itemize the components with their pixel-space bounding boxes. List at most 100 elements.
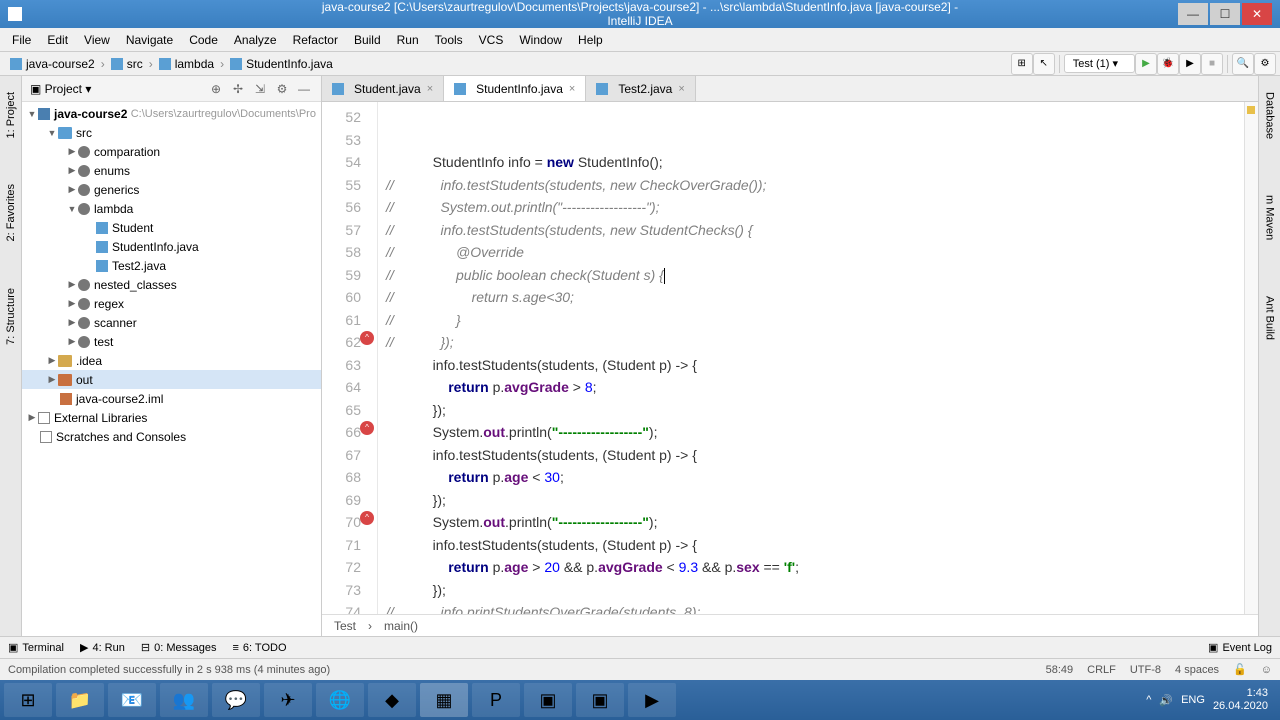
nav-package[interactable]: lambda (153, 55, 220, 73)
gutter-hint-icon[interactable]: ^ (360, 511, 374, 525)
menu-file[interactable]: File (4, 31, 39, 49)
tab-test2[interactable]: Test2.java× (586, 76, 695, 101)
tree-pkg[interactable]: ▶comparation (22, 142, 321, 161)
file-encoding[interactable]: UTF-8 (1130, 664, 1161, 676)
messages-tab[interactable]: ⊟ 0: Messages (141, 641, 217, 654)
menu-build[interactable]: Build (346, 31, 389, 49)
settings-button[interactable]: ⚙ (1254, 53, 1276, 75)
terminal-tab[interactable]: ▣ Terminal (8, 641, 64, 654)
tree-file[interactable]: Test2.java (22, 256, 321, 275)
project-tool-tab[interactable]: 1: Project (3, 84, 19, 146)
tray-chevron-icon[interactable]: ^ (1146, 694, 1151, 706)
run-configuration[interactable]: Test (1) ▾ (1064, 54, 1135, 73)
menu-window[interactable]: Window (511, 31, 570, 49)
code-area[interactable]: 5253545556575859606162636465666768697071… (322, 102, 1258, 614)
volume-icon[interactable]: 🔊 (1159, 694, 1173, 707)
pin-button[interactable]: ⊞ (1011, 53, 1033, 75)
menu-analyze[interactable]: Analyze (226, 31, 285, 49)
project-dropdown[interactable]: ▣ Project ▾ (30, 82, 91, 96)
error-stripe[interactable] (1244, 102, 1258, 614)
tree-pkg[interactable]: ▶regex (22, 294, 321, 313)
structure-tool-tab[interactable]: 7: Structure (3, 280, 19, 353)
indent-setting[interactable]: 4 spaces (1175, 664, 1219, 676)
tree-scratches[interactable]: Scratches and Consoles (22, 427, 321, 446)
tree-pkg[interactable]: ▶nested_classes (22, 275, 321, 294)
tree-pkg-lambda[interactable]: ▼lambda (22, 199, 321, 218)
tree-file[interactable]: StudentInfo.java (22, 237, 321, 256)
system-tray[interactable]: ^ 🔊 ENG 1:43 26.04.2020 (1146, 687, 1276, 713)
telegram-icon[interactable]: ✈ (264, 683, 312, 717)
close-button[interactable]: ✕ (1242, 3, 1272, 25)
back-button[interactable]: ↖ (1033, 53, 1055, 75)
clock[interactable]: 1:43 26.04.2020 (1213, 687, 1268, 713)
tree-file[interactable]: Student (22, 218, 321, 237)
menu-refactor[interactable]: Refactor (285, 31, 346, 49)
tab-studentinfo[interactable]: StudentInfo.java× (444, 76, 586, 101)
close-icon[interactable]: × (678, 83, 684, 95)
explorer-icon[interactable]: 📁 (56, 683, 104, 717)
stop-button[interactable]: ■ (1201, 53, 1223, 75)
menu-view[interactable]: View (76, 31, 118, 49)
ant-tool-tab[interactable]: Ant Build (1262, 288, 1278, 348)
menu-navigate[interactable]: Navigate (118, 31, 181, 49)
inspection-icon[interactable]: ☺ (1261, 664, 1272, 676)
gutter-hint-icon[interactable]: ^ (360, 421, 374, 435)
readonly-icon[interactable]: 🔓 (1233, 663, 1247, 676)
hide-icon[interactable]: — (295, 80, 313, 98)
teams-icon[interactable]: 👥 (160, 683, 208, 717)
maximize-button[interactable]: ☐ (1210, 3, 1240, 25)
database-tool-tab[interactable]: Database (1262, 84, 1278, 147)
powerpoint-icon[interactable]: P (472, 683, 520, 717)
tab-student[interactable]: Student.java× (322, 76, 444, 101)
close-icon[interactable]: × (569, 83, 575, 95)
tree-idea[interactable]: ▶.idea (22, 351, 321, 370)
eventlog-tab[interactable]: ▣ Event Log (1208, 641, 1272, 654)
maven-tool-tab[interactable]: m Maven (1262, 187, 1278, 248)
menu-tools[interactable]: Tools (427, 31, 471, 49)
run-button[interactable]: ▶ (1135, 53, 1157, 75)
gear-icon[interactable]: ⚙ (273, 80, 291, 98)
tree-pkg[interactable]: ▶scanner (22, 313, 321, 332)
todo-tab[interactable]: ≡ 6: TODO (232, 642, 286, 654)
menu-code[interactable]: Code (181, 31, 226, 49)
minimize-button[interactable]: — (1178, 3, 1208, 25)
intellij-icon[interactable]: ▦ (420, 683, 468, 717)
line-gutter[interactable]: 5253545556575859606162636465666768697071… (322, 102, 378, 614)
search-button[interactable]: 🔍 (1232, 53, 1254, 75)
expand-icon[interactable]: ✢ (229, 80, 247, 98)
menu-edit[interactable]: Edit (39, 31, 76, 49)
whatsapp-icon[interactable]: 💬 (212, 683, 260, 717)
nav-src[interactable]: src (105, 55, 149, 73)
breadcrumb-method[interactable]: main() (384, 619, 418, 633)
menu-vcs[interactable]: VCS (471, 31, 512, 49)
nav-project[interactable]: java-course2 (4, 55, 101, 73)
tree-root[interactable]: ▼java-course2 C:\Users\zaurtregulov\Docu… (22, 104, 321, 123)
favorites-tool-tab[interactable]: 2: Favorites (3, 176, 19, 249)
line-separator[interactable]: CRLF (1087, 664, 1116, 676)
coverage-button[interactable]: ▶ (1179, 53, 1201, 75)
chrome-icon[interactable]: 🌐 (316, 683, 364, 717)
code-content[interactable]: StudentInfo info = new StudentInfo(); //… (378, 102, 1244, 614)
media-icon[interactable]: ▶ (628, 683, 676, 717)
tree-pkg[interactable]: ▶generics (22, 180, 321, 199)
run-tab[interactable]: ▶ 4: Run (80, 641, 125, 654)
breadcrumb-class[interactable]: Test (334, 619, 356, 633)
menu-run[interactable]: Run (389, 31, 427, 49)
close-icon[interactable]: × (427, 83, 433, 95)
start-button[interactable]: ⊞ (4, 683, 52, 717)
outlook-icon[interactable]: 📧 (108, 683, 156, 717)
app-icon[interactable]: ◆ (368, 683, 416, 717)
tree-iml[interactable]: java-course2.iml (22, 389, 321, 408)
debug-button[interactable]: 🐞 (1157, 53, 1179, 75)
nav-file[interactable]: StudentInfo.java (224, 55, 339, 73)
tree-ext-libs[interactable]: ▶External Libraries (22, 408, 321, 427)
cursor-position[interactable]: 58:49 (1046, 664, 1074, 676)
project-tree[interactable]: ▼java-course2 C:\Users\zaurtregulov\Docu… (22, 102, 321, 636)
locate-icon[interactable]: ⊕ (207, 80, 225, 98)
gutter-hint-icon[interactable]: ^ (360, 331, 374, 345)
tree-src[interactable]: ▼src (22, 123, 321, 142)
tree-out[interactable]: ▶out (22, 370, 321, 389)
tree-pkg[interactable]: ▶test (22, 332, 321, 351)
tree-pkg[interactable]: ▶enums (22, 161, 321, 180)
camtasia-icon[interactable]: ▣ (524, 683, 572, 717)
